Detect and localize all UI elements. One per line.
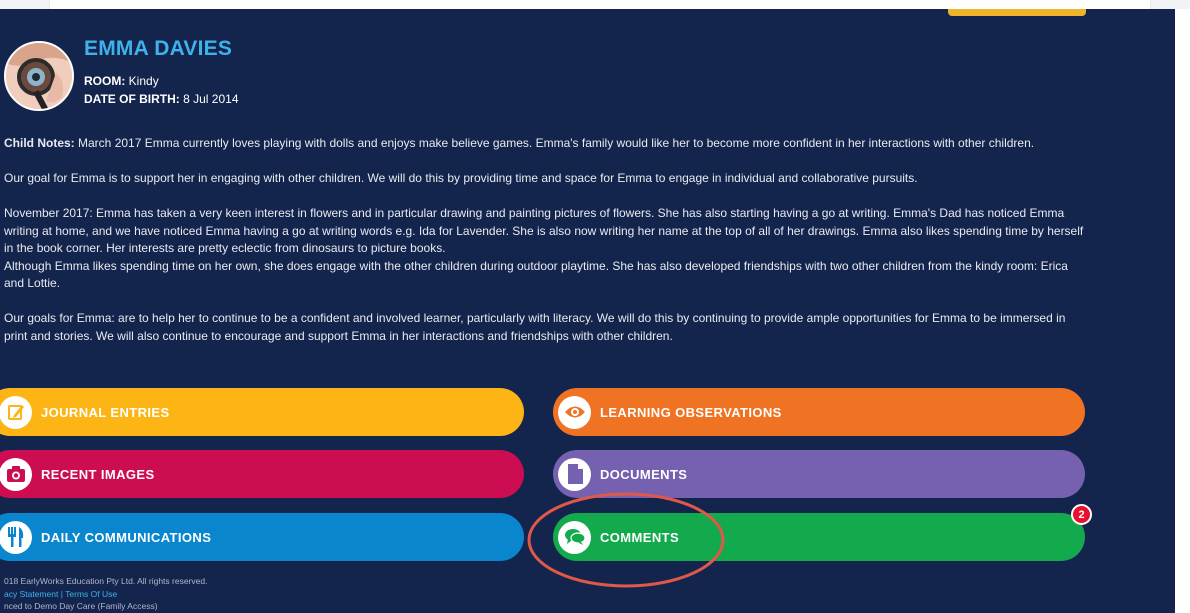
recent-images-button[interactable]: RECENT IMAGES — [0, 450, 524, 498]
copyright-text: 018 EarlyWorks Education Pty Ltd. All ri… — [4, 576, 208, 586]
top-action-button[interactable] — [948, 9, 1086, 16]
notes-label: Child Notes: — [4, 136, 75, 150]
speech-bubbles-icon — [558, 520, 591, 554]
documents-label: DOCUMENTS — [600, 466, 688, 482]
cutlery-icon — [0, 520, 32, 554]
journal-entries-button[interactable]: JOURNAL ENTRIES — [0, 388, 524, 436]
journal-entries-label: JOURNAL ENTRIES — [41, 404, 170, 420]
child-profile-page: EMMA DAVIES ROOM: Kindy DATE OF BIRTH: 8… — [0, 9, 1175, 613]
notes-paragraph-2: Our goal for Emma is to support her in e… — [4, 171, 918, 185]
notes-paragraph-1: Child Notes: March 2017 Emma currently l… — [4, 135, 1084, 153]
notes-text-1: March 2017 Emma currently loves playing … — [78, 136, 1035, 150]
learning-observations-button[interactable]: LEARNING OBSERVATIONS — [553, 388, 1085, 436]
child-name: EMMA DAVIES — [84, 37, 233, 60]
browser-top-strip — [0, 0, 1190, 9]
child-photo-icon — [6, 43, 72, 109]
comments-button[interactable]: COMMENTS — [553, 513, 1085, 561]
terms-of-use-link[interactable]: Terms Of Use — [65, 589, 117, 599]
document-icon — [558, 457, 591, 491]
camera-icon — [0, 457, 32, 491]
notes-paragraph-5: Our goals for Emma: are to help her to c… — [4, 311, 1066, 343]
comments-count-badge: 2 — [1071, 504, 1092, 525]
room-value: Kindy — [128, 74, 159, 88]
learning-observations-label: LEARNING OBSERVATIONS — [600, 404, 782, 420]
footer: 018 EarlyWorks Education Pty Ltd. All ri… — [4, 575, 207, 613]
eye-icon — [558, 395, 591, 429]
header-panel — [50, 0, 1150, 9]
connected-to-text: nced to Demo Day Care (Family Access) — [4, 601, 158, 611]
pencil-icon — [0, 395, 32, 429]
dob-value: 8 Jul 2014 — [183, 92, 239, 106]
documents-button[interactable]: DOCUMENTS — [553, 450, 1085, 498]
avatar — [4, 41, 74, 111]
notes-paragraph-3: November 2017: Emma has taken a very kee… — [4, 206, 1084, 255]
room-label: ROOM: — [84, 74, 126, 88]
child-notes: Child Notes: March 2017 Emma currently l… — [4, 135, 1084, 345]
footer-links: acy Statement | Terms Of Use — [4, 588, 207, 601]
daily-communications-label: DAILY COMMUNICATIONS — [41, 529, 212, 545]
recent-images-label: RECENT IMAGES — [41, 466, 155, 482]
dob-label: DATE OF BIRTH: — [84, 92, 180, 106]
notes-paragraph-4: Although Emma likes spending time on her… — [4, 258, 1068, 291]
room-line: ROOM: Kindy — [84, 74, 159, 88]
comments-label: COMMENTS — [600, 529, 680, 545]
privacy-statement-link[interactable]: acy Statement — [4, 589, 58, 599]
daily-communications-button[interactable]: DAILY COMMUNICATIONS — [0, 513, 524, 561]
dob-line: DATE OF BIRTH: 8 Jul 2014 — [84, 92, 239, 106]
